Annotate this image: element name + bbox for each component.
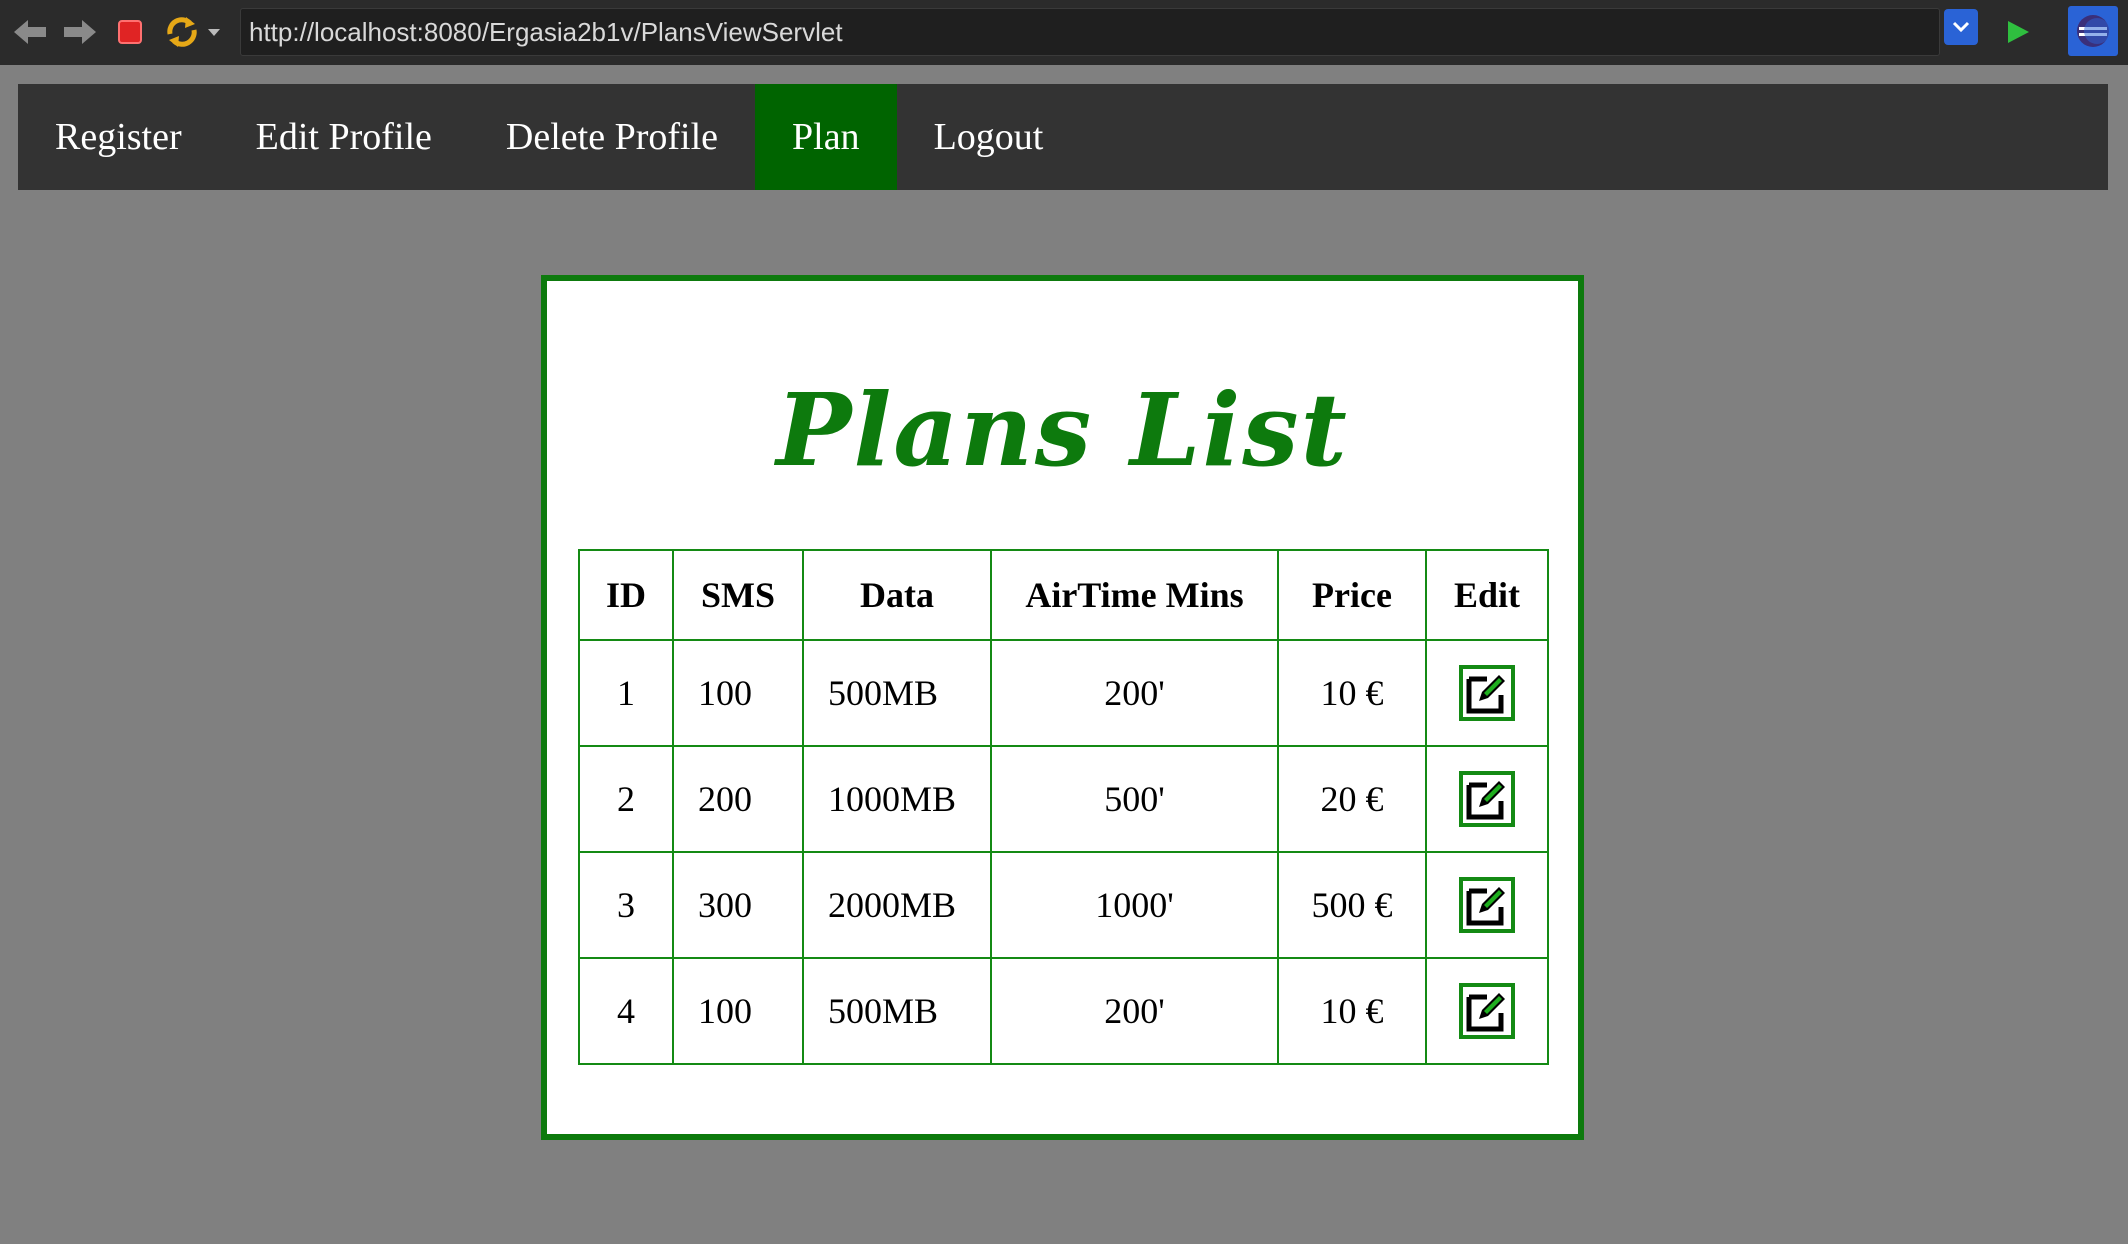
table-row: 2 200 1000MB 500' 20 €: [578, 745, 1549, 853]
table-row: 3 300 2000MB 1000' 500 €: [578, 851, 1549, 959]
url-text[interactable]: http://localhost:8080/Ergasia2b1v/PlansV…: [249, 9, 843, 55]
cell-price: 10 €: [1277, 639, 1427, 747]
url-dropdown-icon[interactable]: [1944, 9, 1978, 45]
nav-edit-profile[interactable]: Edit Profile: [219, 84, 469, 190]
cell-airtime: 1000': [990, 851, 1279, 959]
cell-data: 500MB: [802, 957, 992, 1065]
header-price: Price: [1277, 549, 1427, 641]
url-bar[interactable]: http://localhost:8080/Ergasia2b1v/PlansV…: [240, 8, 1940, 56]
table-header-row: ID SMS Data AirTime Mins Price Edit: [578, 549, 1549, 641]
page-title: Plans List: [776, 371, 1349, 489]
plans-card: Plans List ID SMS Data AirTime Mins Pric…: [541, 275, 1584, 1140]
cell-data: 1000MB: [802, 745, 992, 853]
nav-plan[interactable]: Plan: [755, 84, 897, 190]
back-arrow-icon[interactable]: [8, 10, 52, 54]
edit-icon[interactable]: [1459, 983, 1515, 1039]
cell-data: 2000MB: [802, 851, 992, 959]
reload-dropdown-icon[interactable]: [202, 10, 226, 54]
header-sms: SMS: [672, 549, 804, 641]
reload-icon[interactable]: [160, 10, 204, 54]
cell-price: 20 €: [1277, 745, 1427, 853]
table-row: 4 100 500MB 200' 10 €: [578, 957, 1549, 1065]
cell-price: 10 €: [1277, 957, 1427, 1065]
cell-edit: [1425, 957, 1549, 1065]
edit-icon[interactable]: [1459, 665, 1515, 721]
cell-airtime: 200': [990, 957, 1279, 1065]
cell-data: 500MB: [802, 639, 992, 747]
header-data: Data: [802, 549, 992, 641]
header-edit: Edit: [1425, 549, 1549, 641]
main-nav: Register Edit Profile Delete Profile Pla…: [18, 84, 2108, 190]
cell-airtime: 200': [990, 639, 1279, 747]
cell-id: 2: [578, 745, 674, 853]
stop-icon[interactable]: [108, 10, 152, 54]
table-row: 1 100 500MB 200' 10 €: [578, 639, 1549, 747]
cell-sms: 100: [672, 957, 804, 1065]
cell-edit: [1425, 639, 1549, 747]
plans-table: ID SMS Data AirTime Mins Price Edit 1 10…: [578, 549, 1549, 1065]
cell-id: 1: [578, 639, 674, 747]
cell-edit: [1425, 745, 1549, 853]
header-airtime: AirTime Mins: [990, 549, 1279, 641]
eclipse-logo-icon[interactable]: [2068, 6, 2118, 56]
cell-id: 3: [578, 851, 674, 959]
cell-id: 4: [578, 957, 674, 1065]
nav-logout[interactable]: Logout: [897, 84, 1081, 190]
cell-sms: 100: [672, 639, 804, 747]
cell-price: 500 €: [1277, 851, 1427, 959]
cell-sms: 200: [672, 745, 804, 853]
nav-delete-profile[interactable]: Delete Profile: [469, 84, 755, 190]
header-id: ID: [578, 549, 674, 641]
nav-register[interactable]: Register: [18, 84, 219, 190]
go-play-icon[interactable]: [1996, 10, 2040, 54]
edit-icon[interactable]: [1459, 877, 1515, 933]
browser-toolbar: http://localhost:8080/Ergasia2b1v/PlansV…: [0, 0, 2128, 65]
forward-arrow-icon[interactable]: [58, 10, 102, 54]
cell-airtime: 500': [990, 745, 1279, 853]
edit-icon[interactable]: [1459, 771, 1515, 827]
cell-sms: 300: [672, 851, 804, 959]
cell-edit: [1425, 851, 1549, 959]
